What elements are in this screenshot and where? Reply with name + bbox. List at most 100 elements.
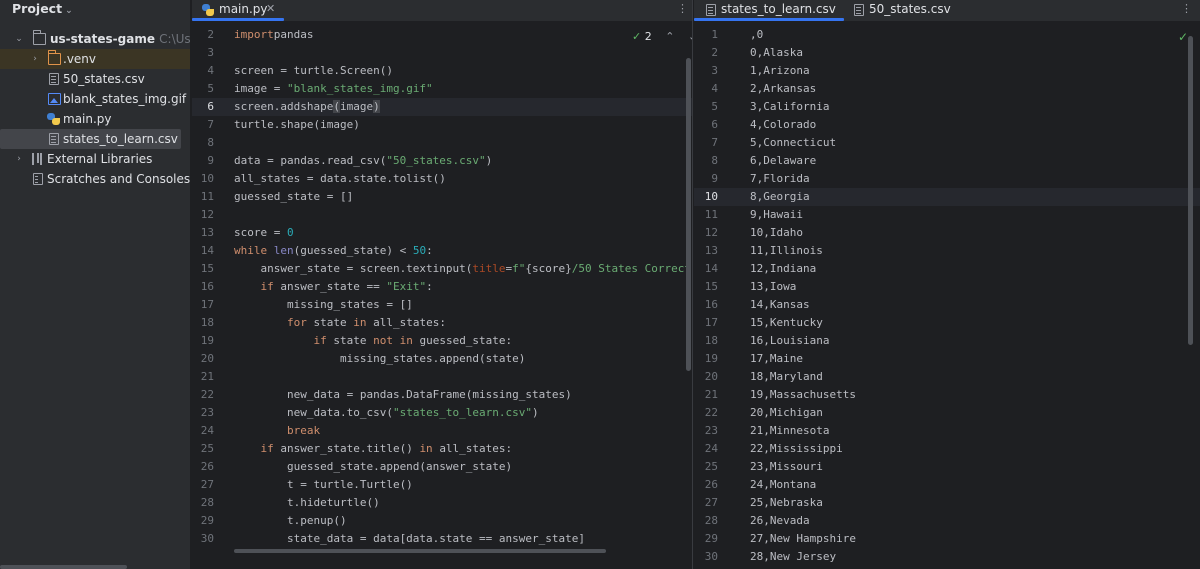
vertical-scrollbar[interactable] xyxy=(686,58,691,371)
code-editor[interactable]: 2 importpandas 3 4 screen = turtle.Screen() 5… xyxy=(192,22,692,569)
code-line[interactable]: 18 for state in all_states: xyxy=(192,314,692,332)
line-number: 27 xyxy=(704,496,718,509)
tree-item-states-to-learn[interactable]: states_to_learn.csv xyxy=(0,129,181,149)
code-line[interactable]: 17 missing_states = [] xyxy=(192,296,692,314)
tree-item-venv[interactable]: › .venv xyxy=(0,49,190,69)
csv-line[interactable]: 5 3,California xyxy=(694,98,1200,116)
code-token: state xyxy=(313,316,354,329)
chevron-up-icon[interactable]: ⌃ xyxy=(665,30,674,43)
code-line[interactable]: 19 if state not in guessed_state: xyxy=(192,332,692,350)
tree-item-blank-states-img[interactable]: blank_states_img.gif xyxy=(0,89,190,109)
code-line[interactable]: 23 new_data.to_csv("states_to_learn.csv"… xyxy=(192,404,692,422)
code-line[interactable]: 30 state_data = data[data.state == answe… xyxy=(192,530,692,548)
inspection-widget[interactable]: ✓ 2 ⌃ ⌄ xyxy=(632,30,692,43)
chevron-right-icon[interactable]: › xyxy=(14,149,24,169)
csv-line[interactable]: 13 11,Illinois xyxy=(694,242,1200,260)
csv-line[interactable]: 8 6,Delaware xyxy=(694,152,1200,170)
code-line[interactable]: 4 screen = turtle.Screen() xyxy=(192,62,692,80)
csv-line[interactable]: 29 27,New Hampshire xyxy=(694,530,1200,548)
code-line[interactable]: 15 answer_state = screen.textinput(title… xyxy=(192,260,692,278)
csv-line[interactable]: 22 20,Michigan xyxy=(694,404,1200,422)
csv-line[interactable]: 14 12,Indiana xyxy=(694,260,1200,278)
csv-line[interactable]: 21 19,Massachusetts xyxy=(694,386,1200,404)
tree-item-50-states-csv[interactable]: 50_states.csv xyxy=(0,69,190,89)
code-line[interactable]: 28 t.hideturtle() xyxy=(192,494,692,512)
csv-line[interactable]: 3 1,Arizona xyxy=(694,62,1200,80)
csv-line[interactable]: 18 16,Louisiana xyxy=(694,332,1200,350)
csv-line[interactable]: 9 7,Florida xyxy=(694,170,1200,188)
csv-line[interactable]: 2 0,Alaska xyxy=(694,44,1200,62)
csv-line[interactable]: 15 13,Iowa xyxy=(694,278,1200,296)
csv-line[interactable]: 1,0 xyxy=(694,26,1200,44)
csv-editor[interactable]: 1,0 2 0,Alaska 3 1,Arizona 4 2,Arkansas 5 3,Cali… xyxy=(694,22,1200,569)
csv-line[interactable]: 25 23,Missouri xyxy=(694,458,1200,476)
code-line[interactable]: 27 t = turtle.Turtle() xyxy=(192,476,692,494)
project-panel-header[interactable]: Project ⌄ xyxy=(0,0,190,18)
code-text: break xyxy=(234,422,320,440)
chevron-right-icon[interactable]: › xyxy=(30,49,40,69)
code-line[interactable]: 3 xyxy=(192,44,692,62)
csv-line[interactable]: 12 10,Idaho xyxy=(694,224,1200,242)
close-icon[interactable]: ✕ xyxy=(266,0,275,18)
code-line[interactable]: 29 t.penup() xyxy=(192,512,692,530)
tab-main-py[interactable]: main.py ✕ xyxy=(192,0,284,21)
code-line[interactable]: 26 guessed_state.append(answer_state) xyxy=(192,458,692,476)
csv-line[interactable]: 23 21,Minnesota xyxy=(694,422,1200,440)
csv-line[interactable]: 17 15,Kentucky xyxy=(694,314,1200,332)
csv-line[interactable]: 28 26,Nevada xyxy=(694,512,1200,530)
code-line[interactable]: 22 new_data = pandas.DataFrame(missing_s… xyxy=(192,386,692,404)
code-line[interactable]: 8 xyxy=(192,134,692,152)
csv-text: 2,Arkansas xyxy=(750,82,817,95)
tree-item-us-states-game[interactable]: ⌄ us-states-game C:\Users\l xyxy=(0,29,191,49)
code-line[interactable]: 5 image = "blank_states_img.gif" xyxy=(192,80,692,98)
code-line[interactable]: 9 data = pandas.read_csv("50_states.csv") xyxy=(192,152,692,170)
chevron-down-icon[interactable]: ⌄ xyxy=(14,29,24,49)
csv-text: 22,Mississippi xyxy=(750,442,843,455)
csv-line[interactable]: 6 4,Colorado xyxy=(694,116,1200,134)
code-token: 50 xyxy=(412,244,427,257)
code-line[interactable]: 2 importpandas xyxy=(192,26,692,44)
csv-line[interactable]: 16 14,Kansas xyxy=(694,296,1200,314)
code-line[interactable]: 10 all_states = data.state.tolist() xyxy=(192,170,692,188)
vertical-scrollbar[interactable] xyxy=(1188,36,1193,345)
tree-item-main-py[interactable]: main.py xyxy=(0,109,190,129)
csv-line[interactable]: 4 2,Arkansas xyxy=(694,80,1200,98)
code-token: in xyxy=(353,316,374,329)
line-number: 3 xyxy=(207,46,214,59)
code-text: turtle.shape(image) xyxy=(234,116,360,134)
csv-text: 20,Michigan xyxy=(750,406,823,419)
code-line[interactable]: 6 screen.addshape(image) xyxy=(192,98,692,116)
code-line[interactable]: 16 if answer_state == "Exit": xyxy=(192,278,692,296)
code-line[interactable]: 21 xyxy=(192,368,692,386)
code-line[interactable]: 25 if answer_state.title() in all_states… xyxy=(192,440,692,458)
code-line[interactable]: 24 break xyxy=(192,422,692,440)
tree-item-path-hint: C:\Users\l xyxy=(159,32,191,46)
csv-line[interactable]: 30 28,New Jersey xyxy=(694,548,1200,566)
project-horizontal-scrollbar[interactable] xyxy=(0,565,127,569)
csv-line[interactable]: 20 18,Maryland xyxy=(694,368,1200,386)
tab-states-to-learn-csv[interactable]: states_to_learn.csv xyxy=(694,0,844,21)
csv-line[interactable]: 19 17,Maine xyxy=(694,350,1200,368)
csv-line[interactable]: 11 9,Hawaii xyxy=(694,206,1200,224)
chevron-down-icon[interactable]: ⌄ xyxy=(688,30,692,43)
more-tabs-icon[interactable]: ⋮ xyxy=(677,2,688,15)
code-line[interactable]: 14 while len(guessed_state) < 50: xyxy=(192,242,692,260)
tree-item-scratches[interactable]: Scratches and Consoles xyxy=(0,169,190,189)
code-line[interactable]: 20 missing_states.append(state) xyxy=(192,350,692,368)
horizontal-scrollbar[interactable] xyxy=(234,549,606,553)
code-line[interactable]: 13 score = 0 xyxy=(192,224,692,242)
csv-line[interactable]: 10 8,Georgia xyxy=(694,188,1200,206)
line-number: 25 xyxy=(200,442,214,455)
csv-text: 3,California xyxy=(750,100,830,113)
tree-item-external-libraries[interactable]: › External Libraries xyxy=(0,149,190,169)
csv-line[interactable]: 27 25,Nebraska xyxy=(694,494,1200,512)
csv-line[interactable]: 7 5,Connecticut xyxy=(694,134,1200,152)
code-token: guessed_state = [] xyxy=(234,190,354,203)
csv-line[interactable]: 24 22,Mississippi xyxy=(694,440,1200,458)
tab-50-states-csv[interactable]: 50_states.csv xyxy=(852,0,962,21)
more-tabs-icon[interactable]: ⋮ xyxy=(1181,2,1192,15)
csv-line[interactable]: 26 24,Montana xyxy=(694,476,1200,494)
code-line[interactable]: 11 guessed_state = [] xyxy=(192,188,692,206)
code-line[interactable]: 7 turtle.shape(image) xyxy=(192,116,692,134)
code-line[interactable]: 12 xyxy=(192,206,692,224)
